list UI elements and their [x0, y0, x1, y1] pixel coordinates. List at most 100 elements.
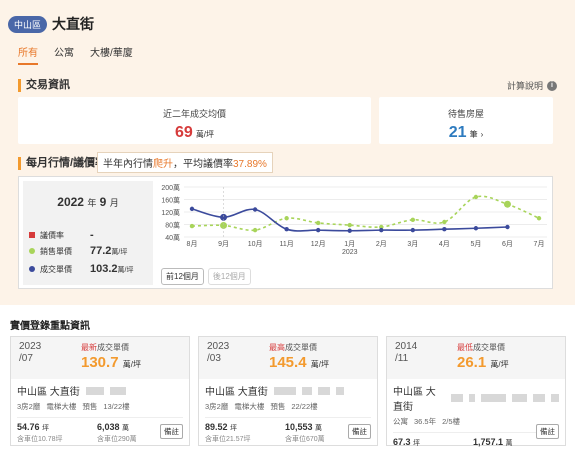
listing-card[interactable]: 待售房屋 21 筆 › — [379, 97, 553, 144]
deal-total-unit: 萬 — [505, 440, 513, 447]
transaction-heading: 交易資訊 — [18, 79, 70, 92]
square-marker-icon — [29, 232, 35, 238]
x-tick-label: 2月 — [376, 240, 387, 248]
blurred-address — [451, 394, 463, 402]
x-tick-label: 5月 — [470, 240, 481, 248]
deal-address: 中山區 大直街 — [17, 383, 183, 398]
data-point — [410, 217, 416, 223]
y-tick-label: 200萬 — [161, 183, 180, 192]
trend-tooltip: 半年內行情爬升，平均議價率37.89% — [97, 152, 273, 173]
deal-area-sub: 含車位10.78坪 — [17, 436, 63, 443]
data-point — [315, 220, 321, 226]
deal-records-heading: 實價登錄重點資訊 — [10, 321, 90, 332]
year-suffix: 年 — [87, 198, 97, 208]
legend-unit: 萬/坪 — [111, 249, 128, 256]
deal-date: 2023/07 — [19, 341, 41, 365]
deal-price-unit: 萬/坪 — [310, 360, 329, 369]
next-12-months-button[interactable]: 後12個月 — [207, 268, 251, 285]
deal-total-unit: 萬 — [122, 425, 130, 432]
deal-address-text: 中山區 大直街 — [393, 387, 436, 413]
price-trend-chart[interactable]: 200萬 160萬 120萬 80萬 40萬 8月 9月 10月 11月 12月 1月 2月 3月 4月 5… — [154, 181, 554, 271]
trend-tip-prefix: 半年內行情 — [103, 159, 153, 170]
deal-meta-item: 3房2廳 — [205, 402, 229, 411]
x-tick-label: 9月 — [218, 240, 229, 248]
data-point — [410, 227, 416, 233]
avg-price-unit: 萬/坪 — [195, 130, 215, 139]
deal-tag-suffix: 成交單價 — [473, 343, 505, 352]
month-suffix: 月 — [109, 198, 119, 208]
deal-area: 89.52 坪含車位21.57坪 — [205, 422, 285, 444]
remark-button[interactable]: 備註 — [160, 424, 183, 439]
y-tick-label: 120萬 — [161, 208, 180, 217]
deal-area-unit: 坪 — [230, 425, 238, 432]
deal-card-header: 2023/03 最高成交單價 145.4 萬/坪 — [199, 337, 377, 379]
legend-bargain-rate: 議價率 - — [29, 229, 147, 241]
divider — [205, 417, 371, 418]
trend-tip-mid: ，平均議價率 — [173, 159, 233, 170]
tab-building[interactable]: 大樓/華廈 — [90, 44, 133, 65]
data-point — [252, 227, 258, 233]
deal-area-value: 67.3 — [393, 437, 411, 447]
prev-12-months-button[interactable]: 前12個月 — [161, 268, 204, 285]
deal-card[interactable]: 2023/03 最高成交單價 145.4 萬/坪 中山區 大直街 3房2廳 電梯大樓 預售 2… — [198, 336, 378, 446]
deal-total-value: 1,757.1 — [473, 437, 504, 447]
deal-meta-item: 預售 — [270, 402, 286, 411]
legend-asking-price: 銷售單價 77.2萬/坪 — [29, 245, 147, 257]
bargain-rate-value: 37.89% — [233, 159, 267, 170]
x-tick-label: 3月 — [407, 240, 418, 248]
calc-link-label: 計算說明 — [506, 81, 543, 91]
x-tick-label: 4月 — [439, 240, 450, 248]
avg-price-value: 69 — [174, 124, 193, 141]
x-tick-label: 11月 — [279, 240, 293, 248]
data-point — [347, 222, 352, 228]
remark-button[interactable]: 備註 — [536, 424, 559, 439]
deal-meta: 3房2廳 電梯大樓 預售 22/22樓 — [205, 401, 371, 412]
blurred-address — [512, 394, 528, 402]
deal-stats: 67.3 坪 1,757.1 萬 — [393, 437, 559, 449]
data-point — [505, 224, 510, 230]
deal-area: 67.3 坪 — [393, 437, 473, 449]
deal-area-value: 89.52 — [205, 422, 228, 432]
deal-price: 130.7 萬/坪 — [81, 354, 141, 371]
x-tick-label: 10月 — [248, 240, 263, 248]
data-point — [503, 200, 511, 208]
tab-apartment[interactable]: 公寓 — [54, 44, 74, 65]
deal-price: 26.1 萬/坪 — [457, 354, 509, 371]
deal-address: 中山區 大直街 — [393, 383, 560, 413]
deal-total-value: 6,038 — [97, 422, 120, 432]
deal-card[interactable]: 2023/07 最新成交單價 130.7 萬/坪 中山區 大直街 3房2廳 電梯大樓 預售 1… — [10, 336, 190, 446]
remark-button[interactable]: 備註 — [348, 424, 371, 439]
data-point — [252, 207, 258, 212]
blurred-address — [468, 394, 476, 402]
deal-price-value: 26.1 — [457, 354, 487, 371]
x-tick-label: 12月 — [311, 240, 326, 248]
property-type-tabs: 所有 公寓 大樓/華廈 — [18, 44, 133, 65]
deal-meta-item: 36.5年 — [414, 417, 437, 426]
page-title: 中山區 大直街 — [8, 14, 94, 34]
trend-direction: 爬升 — [153, 159, 173, 170]
monthly-heading: 每月行情/議價率 — [18, 157, 106, 170]
deal-month: /07 — [19, 353, 33, 364]
listing-unit: 筆 — [469, 130, 478, 139]
deal-meta-item: 2/5樓 — [442, 417, 461, 426]
deal-card-header: 2023/07 最新成交單價 130.7 萬/坪 — [11, 337, 189, 379]
deal-tag: 最新成交單價 — [81, 342, 129, 353]
data-point — [442, 226, 447, 232]
data-point — [315, 227, 321, 233]
calc-explanation-link[interactable]: 計算說明 i — [507, 79, 557, 92]
tab-all[interactable]: 所有 — [18, 44, 38, 65]
market-info-panel: 中山區 大直街 所有 公寓 大樓/華廈 交易資訊 計算說明 i 近二年成交均價 … — [0, 0, 575, 305]
district-badge: 中山區 — [8, 15, 48, 33]
x-tick-label: 8月 — [187, 240, 198, 248]
deal-card[interactable]: 2014/11 最低成交單價 26.1 萬/坪 中山區 大直街 公寓 36.5年 2/5樓 6… — [386, 336, 566, 447]
deal-address: 中山區 大直街 — [205, 383, 371, 398]
blurred-address — [301, 386, 312, 395]
dot-marker-icon — [29, 266, 35, 272]
deal-card-body: 中山區 大直街 公寓 36.5年 2/5樓 67.3 坪 1,757.1 萬 — [387, 379, 565, 450]
deal-price-unit: 萬/坪 — [490, 360, 509, 369]
blurred-address — [85, 386, 104, 395]
deal-meta-item: 22/22樓 — [291, 402, 318, 411]
listing-count: 21 — [448, 124, 467, 141]
legend-label: 議價率 — [40, 230, 64, 240]
legend-label: 成交單價 — [40, 264, 72, 274]
